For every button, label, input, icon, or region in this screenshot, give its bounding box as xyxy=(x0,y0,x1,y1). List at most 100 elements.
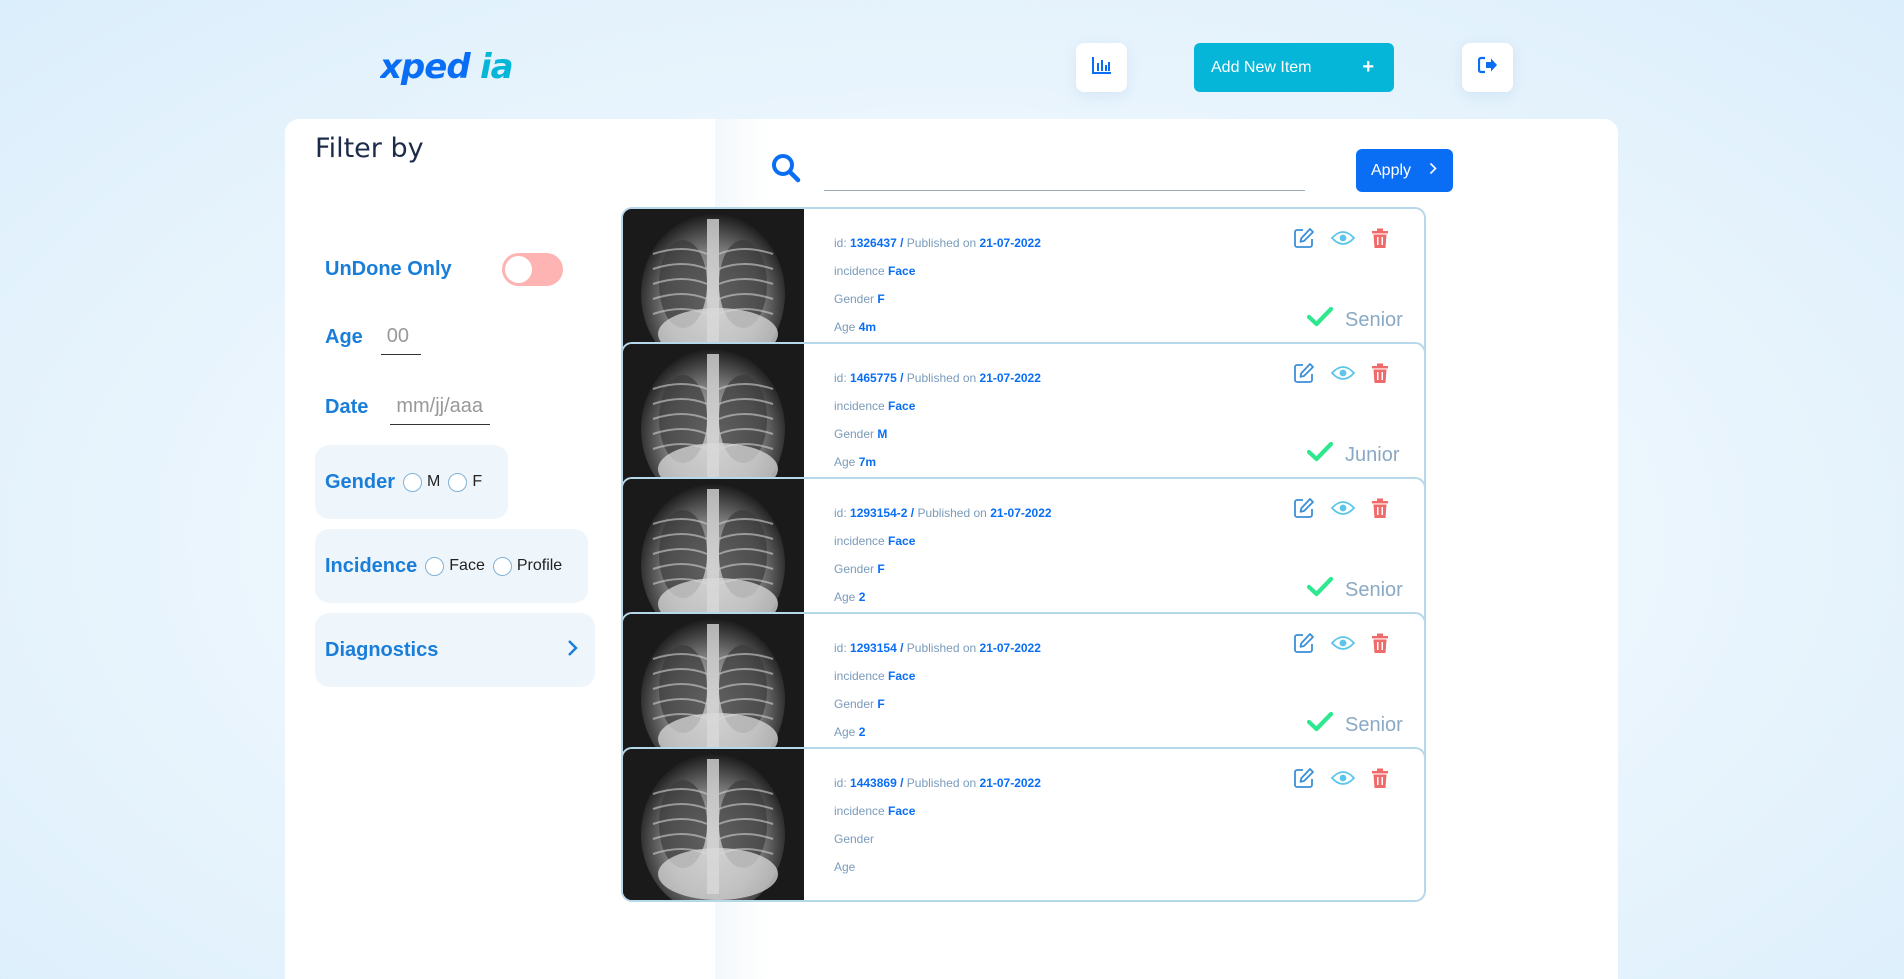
logout-button[interactable] xyxy=(1462,43,1513,92)
age-key: Age xyxy=(834,590,856,604)
edit-icon[interactable] xyxy=(1293,227,1315,249)
gender-option-m[interactable]: M xyxy=(403,472,440,492)
diagnostics-label: Diagnostics xyxy=(325,638,439,661)
level-label: Senior xyxy=(1345,308,1403,331)
incidence-key: incidence xyxy=(834,534,885,548)
xray-thumbnail[interactable] xyxy=(623,344,804,495)
eye-icon[interactable] xyxy=(1331,365,1355,381)
published-label: Published on xyxy=(917,506,987,520)
age-value: 2 xyxy=(858,590,866,604)
gender-line: Gender xyxy=(834,825,1041,853)
edit-icon[interactable] xyxy=(1293,497,1315,519)
level-status: Senior xyxy=(1306,306,1403,333)
trash-icon[interactable] xyxy=(1371,633,1389,654)
radio-button[interactable] xyxy=(425,556,445,576)
age-key: Age xyxy=(834,860,856,874)
item-card[interactable]: id: 1443869 / Published on 21-07-2022 in… xyxy=(621,747,1426,902)
xray-thumbnail[interactable] xyxy=(623,749,804,900)
incidence-line: incidence Face xyxy=(834,662,1041,690)
check-icon xyxy=(1306,711,1334,738)
item-id: 1443869 xyxy=(850,776,897,790)
apply-button[interactable]: Apply xyxy=(1356,149,1453,192)
search-input[interactable] xyxy=(824,159,1305,191)
gender-line: Gender F xyxy=(834,690,1041,718)
item-id: 1465775 xyxy=(850,371,897,385)
age-label: Age xyxy=(325,325,363,348)
xray-thumbnail[interactable] xyxy=(623,479,804,630)
gender-line: Gender M xyxy=(834,420,1041,448)
age-value: 2 xyxy=(858,725,866,739)
trash-icon[interactable] xyxy=(1371,498,1389,519)
svg-text:xped: xped xyxy=(380,47,471,87)
undone-toggle[interactable] xyxy=(501,253,563,286)
item-card[interactable]: id: 1293154-2 / Published on 21-07-2022 … xyxy=(621,477,1426,632)
eye-icon[interactable] xyxy=(1331,230,1355,246)
separator: / xyxy=(900,776,904,790)
xpedia-logo[interactable]: xped ia xyxy=(378,46,540,88)
level-status: Senior xyxy=(1306,711,1403,738)
check-icon xyxy=(1306,441,1334,468)
item-id: 1293154-2 xyxy=(850,506,908,520)
id-line: id: 1326437 / Published on 21-07-2022 xyxy=(834,229,1041,257)
apply-label: Apply xyxy=(1371,161,1412,179)
toggle-knob xyxy=(504,256,532,283)
incidence-option-face[interactable]: Face xyxy=(425,556,485,576)
item-id: 1293154 xyxy=(850,641,897,655)
gender-key: Gender xyxy=(834,427,875,441)
radio-button[interactable] xyxy=(403,472,423,492)
date-input[interactable] xyxy=(390,389,491,425)
add-new-item-button[interactable]: Add New Item + xyxy=(1194,43,1394,92)
xray-thumbnail[interactable] xyxy=(623,209,804,360)
age-key: Age xyxy=(834,725,856,739)
age-line: Age 2 xyxy=(834,583,1052,611)
statistics-button[interactable] xyxy=(1076,43,1127,92)
incidence-filter-group: Incidence Face Profile xyxy=(315,529,588,603)
incidence-value: Face xyxy=(888,669,916,683)
diagnostics-filter[interactable]: Diagnostics xyxy=(315,613,595,687)
search-icon[interactable] xyxy=(771,153,801,188)
age-line: Age 4m xyxy=(834,313,1041,341)
trash-icon[interactable] xyxy=(1371,228,1389,249)
gender-key: Gender xyxy=(834,562,875,576)
date-label: Date xyxy=(325,395,369,418)
plus-icon: + xyxy=(1362,56,1374,78)
edit-icon[interactable] xyxy=(1293,362,1315,384)
radio-button[interactable] xyxy=(448,472,468,492)
gender-line: Gender F xyxy=(834,285,1041,313)
item-card[interactable]: id: 1465775 / Published on 21-07-2022 in… xyxy=(621,342,1426,497)
gender-filter-group: Gender M F xyxy=(315,445,508,519)
edit-icon[interactable] xyxy=(1293,767,1315,789)
age-value: 7m xyxy=(858,455,877,469)
edit-icon[interactable] xyxy=(1293,632,1315,654)
incidence-option-profile[interactable]: Profile xyxy=(492,556,562,576)
item-actions xyxy=(1293,362,1389,384)
eye-icon[interactable] xyxy=(1331,770,1355,786)
incidence-key: incidence xyxy=(834,804,885,818)
level-label: Senior xyxy=(1345,713,1403,736)
chevron-right-icon xyxy=(567,636,579,664)
radio-button[interactable] xyxy=(492,556,512,576)
gender-option-f[interactable]: F xyxy=(448,472,483,492)
age-key: Age xyxy=(834,320,856,334)
eye-icon[interactable] xyxy=(1331,500,1355,516)
gender-option-label: F xyxy=(472,473,483,490)
id-prefix: id: xyxy=(834,371,847,385)
trash-icon[interactable] xyxy=(1371,363,1389,384)
undone-filter-row: UnDone Only xyxy=(325,253,563,286)
item-card[interactable]: id: 1326437 / Published on 21-07-2022 in… xyxy=(621,207,1426,362)
age-key: Age xyxy=(834,455,856,469)
xray-thumbnail[interactable] xyxy=(623,614,804,765)
incidence-key: incidence xyxy=(834,669,885,683)
add-new-item-label: Add New Item xyxy=(1211,58,1312,76)
age-value: 4m xyxy=(858,320,877,334)
level-status: Junior xyxy=(1306,441,1400,468)
eye-icon[interactable] xyxy=(1331,635,1355,651)
separator: / xyxy=(900,641,904,655)
item-card[interactable]: id: 1293154 / Published on 21-07-2022 in… xyxy=(621,612,1426,767)
check-icon xyxy=(1306,576,1334,603)
published-date: 21-07-2022 xyxy=(979,236,1041,250)
incidence-value: Face xyxy=(888,399,916,413)
level-label: Junior xyxy=(1345,443,1400,466)
trash-icon[interactable] xyxy=(1371,768,1389,789)
age-input[interactable] xyxy=(380,319,421,355)
